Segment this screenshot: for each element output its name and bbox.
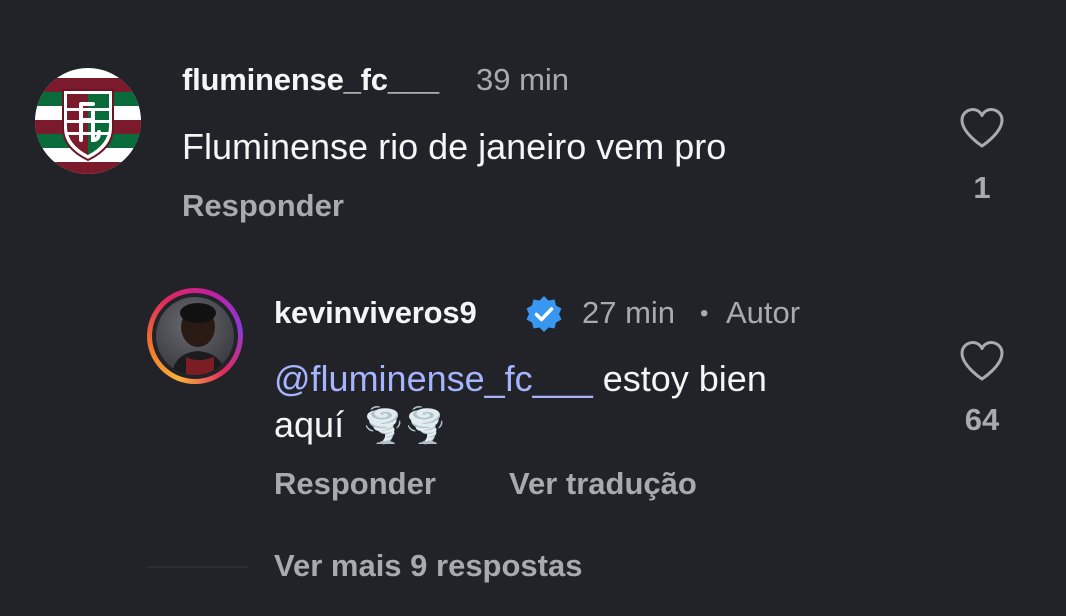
mention-link[interactable]: @fluminense_fc___	[274, 358, 593, 399]
author-badge: Autor	[726, 295, 801, 330]
comment-text: Fluminense rio de janeiro vem pro	[182, 126, 727, 167]
fluminense-crest-icon	[35, 68, 141, 174]
reply-username[interactable]: kevinviveros9	[274, 295, 477, 331]
view-more-replies-button[interactable]: Ver mais 9 respostas	[274, 548, 582, 584]
reply-button[interactable]: Responder	[182, 188, 344, 224]
reply-text-line-2: aquí 🌪️🌪️	[274, 402, 447, 449]
replies-divider	[147, 566, 247, 568]
comment-username[interactable]: fluminense_fc___	[182, 62, 439, 98]
like-button[interactable]	[958, 339, 1006, 388]
heart-icon	[960, 108, 1004, 148]
reply-text-part: estoy bien	[592, 358, 767, 399]
comments-panel: fluminense_fc___ 39 min Fluminense rio d…	[0, 0, 1066, 616]
verified-badge-icon	[524, 294, 564, 339]
avatar-ring-gap	[152, 293, 238, 379]
fluminense-avatar[interactable]	[35, 68, 141, 174]
like-count: 1	[973, 170, 991, 205]
reply-timestamp: 27 min	[582, 295, 676, 330]
person-photo-icon	[172, 303, 226, 375]
like-count: 64	[964, 402, 1000, 437]
reply-button[interactable]: Responder	[274, 466, 436, 502]
like-button[interactable]	[958, 106, 1006, 155]
reply-text-word: aquí	[274, 404, 345, 445]
reply-text-line-1: @fluminense_fc___ estoy bien	[274, 356, 767, 402]
tornado-emoji: 🌪️🌪️	[362, 406, 447, 446]
profile-photo	[156, 297, 234, 375]
meta-separator: •	[700, 300, 709, 327]
kevinviveros9-avatar[interactable]	[147, 288, 243, 384]
heart-icon	[960, 341, 1004, 381]
comment-timestamp: 39 min	[476, 62, 570, 97]
see-translation-button[interactable]: Ver tradução	[509, 466, 697, 502]
